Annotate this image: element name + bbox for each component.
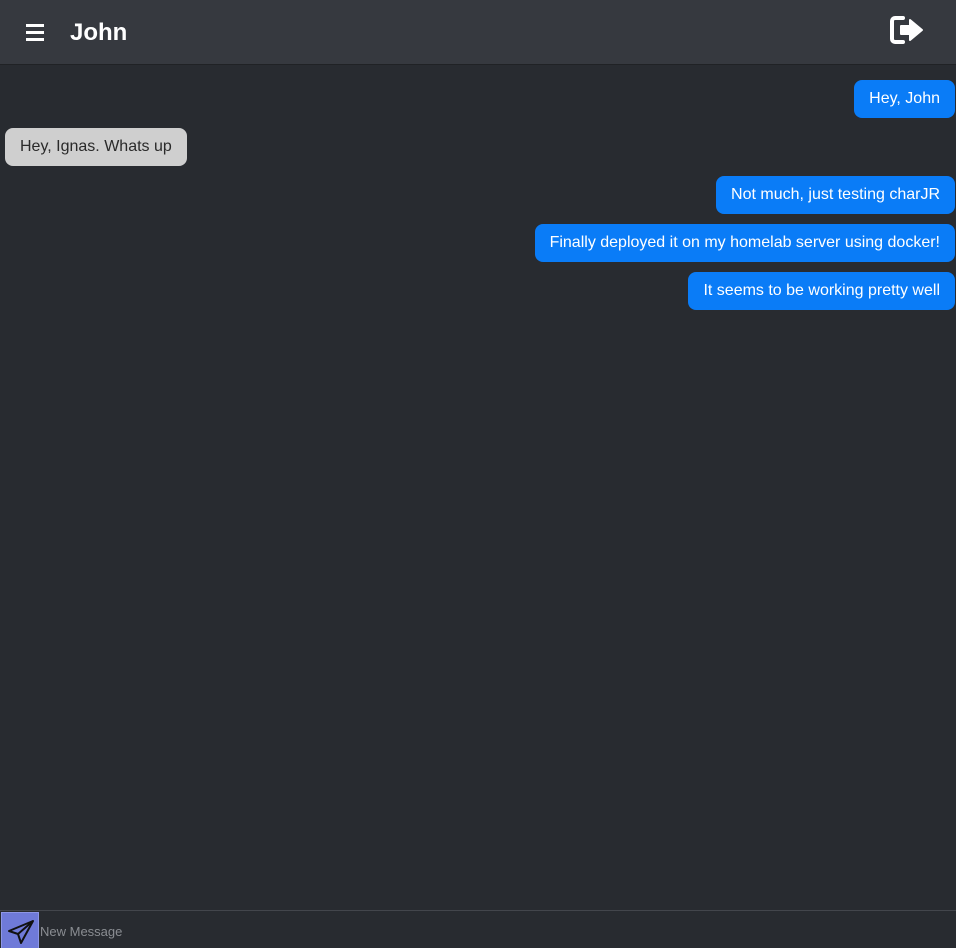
sent-message: Not much, just testing charJR	[716, 176, 955, 214]
sent-message: Finally deployed it on my homelab server…	[534, 224, 955, 262]
sent-message: It seems to be working pretty well	[688, 272, 955, 310]
chat-header: John	[0, 0, 956, 65]
logout-button[interactable]	[888, 13, 928, 47]
send-button[interactable]	[1, 912, 39, 948]
hamburger-menu-icon	[26, 24, 44, 41]
paper-plane-icon	[8, 920, 34, 944]
received-message: Hey, Ignas. Whats up	[5, 128, 187, 166]
new-message-input[interactable]	[40, 911, 956, 948]
sent-message: Hey, John	[854, 80, 955, 118]
message-list[interactable]: Hey, John Hey, Ignas. Whats up Not much,…	[0, 65, 956, 910]
sign-out-icon	[890, 16, 923, 44]
chat-app: John Hey, John Hey, Ignas. Whats up Not …	[0, 0, 956, 948]
chat-title: John	[70, 19, 128, 46]
menu-button[interactable]	[22, 18, 48, 48]
message-composer	[0, 910, 956, 948]
